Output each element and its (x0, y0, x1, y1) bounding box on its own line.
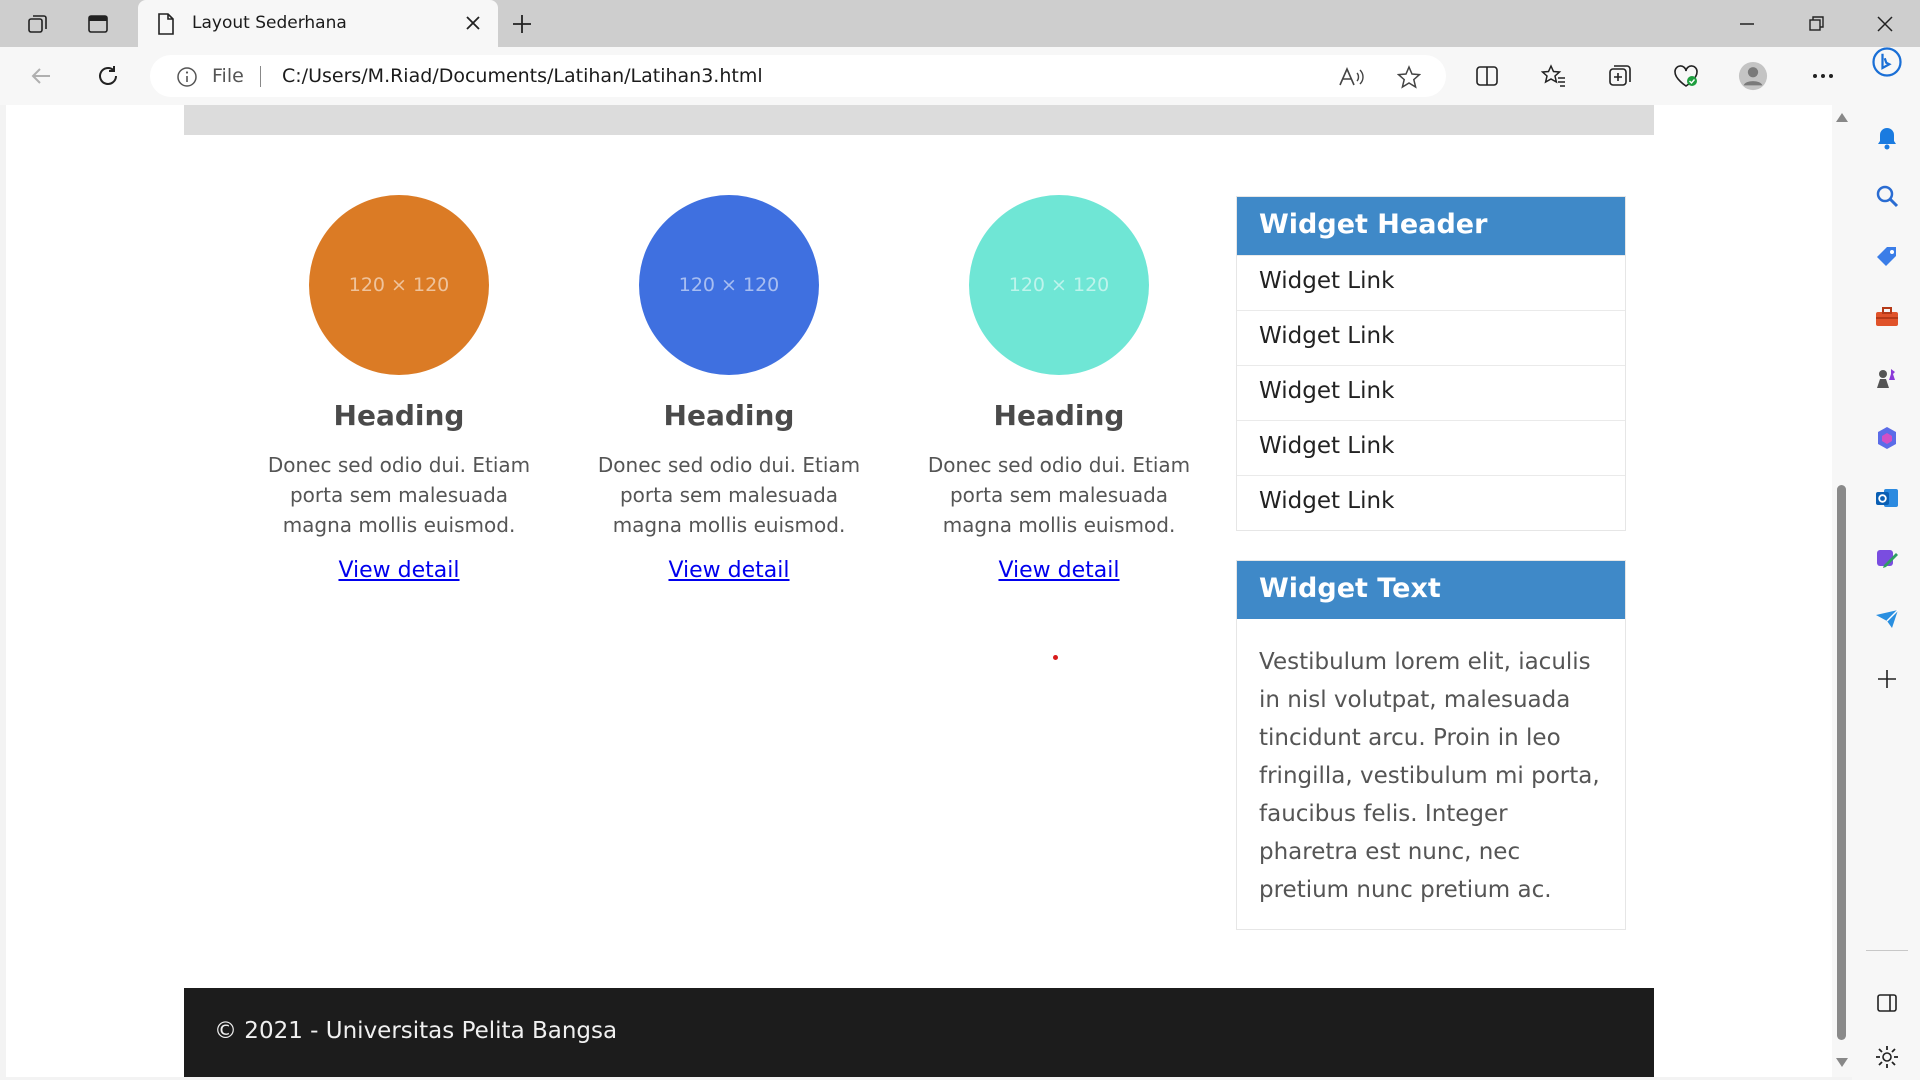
widget-text-header: Widget Text (1237, 561, 1625, 619)
restore-icon[interactable] (1802, 10, 1830, 38)
outlook-icon[interactable] (1872, 483, 1902, 513)
browser-essentials-icon[interactable] (1671, 61, 1701, 91)
feature-text: Donec sed odio dui. Etiam porta sem male… (597, 453, 861, 537)
widget-links-panel: Widget Header Widget Link Widget Link Wi… (1236, 196, 1626, 531)
tools-toolbox-icon[interactable] (1872, 302, 1902, 332)
page-viewport: 120 × 120 Heading Donec sed odio dui. Et… (6, 105, 1832, 1077)
image-size-label: 120 × 120 (348, 274, 450, 296)
scroll-thumb[interactable] (1837, 485, 1846, 1040)
feature-heading: Heading (333, 399, 465, 432)
favorites-icon[interactable] (1539, 61, 1569, 91)
scroll-down-arrow-icon[interactable] (1836, 1058, 1848, 1067)
red-dot-marker (1053, 655, 1058, 660)
designer-pen-icon[interactable] (1872, 543, 1902, 573)
placeholder-image: 120 × 120 (309, 195, 489, 375)
games-chess-icon[interactable] (1872, 363, 1902, 393)
hide-sidebar-icon[interactable] (1872, 988, 1902, 1018)
page-footer: © 2021 - Universitas Pelita Bangsa (184, 988, 1654, 1077)
split-screen-icon[interactable] (1472, 61, 1502, 91)
shopping-tag-icon[interactable] (1872, 242, 1902, 272)
tab-title: Layout Sederhana (192, 13, 347, 33)
widget-link[interactable]: Widget Link (1237, 420, 1625, 475)
info-icon[interactable] (176, 66, 198, 92)
add-sidebar-app-icon[interactable] (1872, 664, 1902, 694)
send-paper-plane-icon[interactable] (1872, 604, 1902, 634)
url-text[interactable]: C:/Users/M.Riad/Documents/Latihan/Latiha… (282, 65, 763, 87)
placeholder-image: 120 × 120 (639, 195, 819, 375)
close-window-icon[interactable] (1871, 10, 1899, 38)
sidebar-divider (1866, 950, 1908, 951)
image-size-label: 120 × 120 (678, 274, 780, 296)
minimize-icon[interactable] (1733, 10, 1761, 38)
omnibox-separator (260, 66, 261, 87)
widget-header: Widget Header (1237, 197, 1625, 255)
footer-copyright: © 2021 - Universitas Pelita Bangsa (214, 1018, 618, 1044)
settings-gear-icon[interactable] (1872, 1042, 1902, 1072)
feature-card: 120 × 120 Heading Donec sed odio dui. Et… (914, 195, 1204, 583)
view-detail-link[interactable]: View detail (668, 558, 789, 583)
scroll-up-arrow-icon[interactable] (1836, 113, 1848, 122)
widget-link[interactable]: Widget Link (1237, 365, 1625, 420)
feature-text: Donec sed odio dui. Etiam porta sem male… (267, 453, 531, 537)
page-container: 120 × 120 Heading Donec sed odio dui. Et… (184, 105, 1654, 1077)
more-menu-icon[interactable] (1808, 61, 1838, 91)
image-size-label: 120 × 120 (1008, 274, 1110, 296)
read-aloud-icon[interactable] (1338, 65, 1364, 89)
favorite-star-icon[interactable] (1396, 65, 1422, 89)
widget-link[interactable]: Widget Link (1237, 475, 1625, 530)
microsoft-365-icon[interactable] (1872, 423, 1902, 453)
widget-text-body: Vestibulum lorem elit, iaculis in nisl v… (1259, 649, 1600, 903)
collections-icon[interactable] (1605, 61, 1635, 91)
view-detail-link[interactable]: View detail (998, 558, 1119, 583)
url-scheme: File (212, 65, 244, 87)
bing-copilot-icon[interactable] (1872, 47, 1902, 77)
document-icon (156, 12, 176, 40)
tab-actions-icon[interactable] (84, 10, 112, 38)
workspaces-icon[interactable] (24, 10, 52, 38)
feature-card: 120 × 120 Heading Donec sed odio dui. Et… (254, 195, 544, 583)
address-toolbar: File C:/Users/M.Riad/Documents/Latihan/L… (0, 47, 1920, 105)
back-arrow-icon[interactable] (26, 61, 56, 91)
address-bar[interactable]: File C:/Users/M.Riad/Documents/Latihan/L… (150, 55, 1446, 97)
notification-bell-icon[interactable] (1872, 123, 1902, 153)
feature-card: 120 × 120 Heading Donec sed odio dui. Et… (584, 195, 874, 583)
widget-link[interactable]: Widget Link (1237, 255, 1625, 310)
view-detail-link[interactable]: View detail (338, 558, 459, 583)
profile-avatar-icon[interactable] (1738, 61, 1768, 91)
feature-text: Donec sed odio dui. Etiam porta sem male… (927, 453, 1191, 537)
header-strip (184, 105, 1654, 135)
tab-strip: Layout Sederhana (0, 0, 1920, 48)
vertical-scrollbar[interactable] (1832, 105, 1852, 1077)
widget-text-panel: Widget Text Vestibulum lorem elit, iacul… (1236, 560, 1626, 930)
widget-link[interactable]: Widget Link (1237, 310, 1625, 365)
feature-heading: Heading (663, 399, 795, 432)
feature-heading: Heading (993, 399, 1125, 432)
refresh-icon[interactable] (93, 61, 123, 91)
close-tab-icon[interactable] (462, 12, 484, 38)
edge-sidebar (1852, 47, 1920, 1080)
new-tab-icon[interactable] (508, 10, 536, 38)
placeholder-image: 120 × 120 (969, 195, 1149, 375)
active-tab[interactable]: Layout Sederhana (138, 0, 498, 48)
search-icon[interactable] (1872, 181, 1902, 211)
